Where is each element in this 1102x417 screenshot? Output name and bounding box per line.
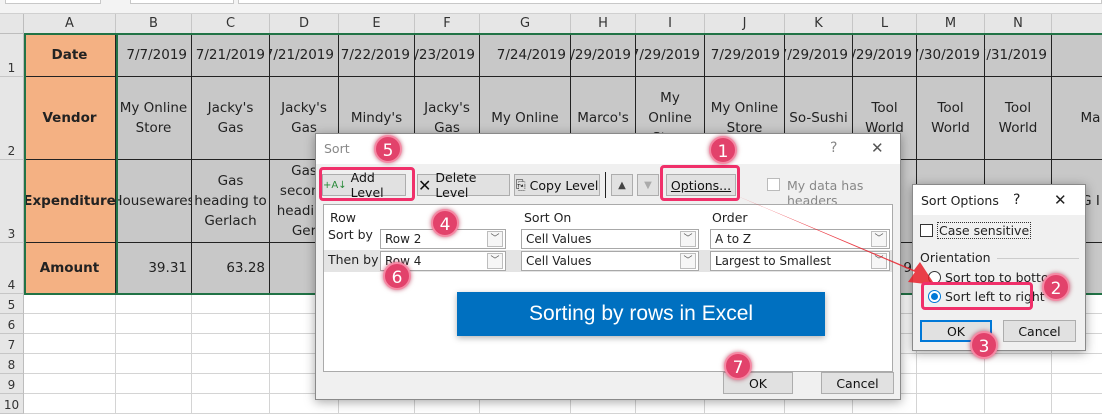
- step-badge-7: 7: [724, 352, 752, 380]
- step-badge-1: 1: [709, 136, 737, 164]
- red-arrow: [735, 195, 935, 285]
- step-badge-5: 5: [374, 135, 402, 163]
- step-badge-4: 4: [431, 209, 459, 237]
- step-badge-3: 3: [970, 331, 998, 359]
- step-badge-6: 6: [383, 262, 411, 290]
- annotation-arrows: [735, 195, 935, 285]
- step-badge-2: 2: [1042, 273, 1070, 301]
